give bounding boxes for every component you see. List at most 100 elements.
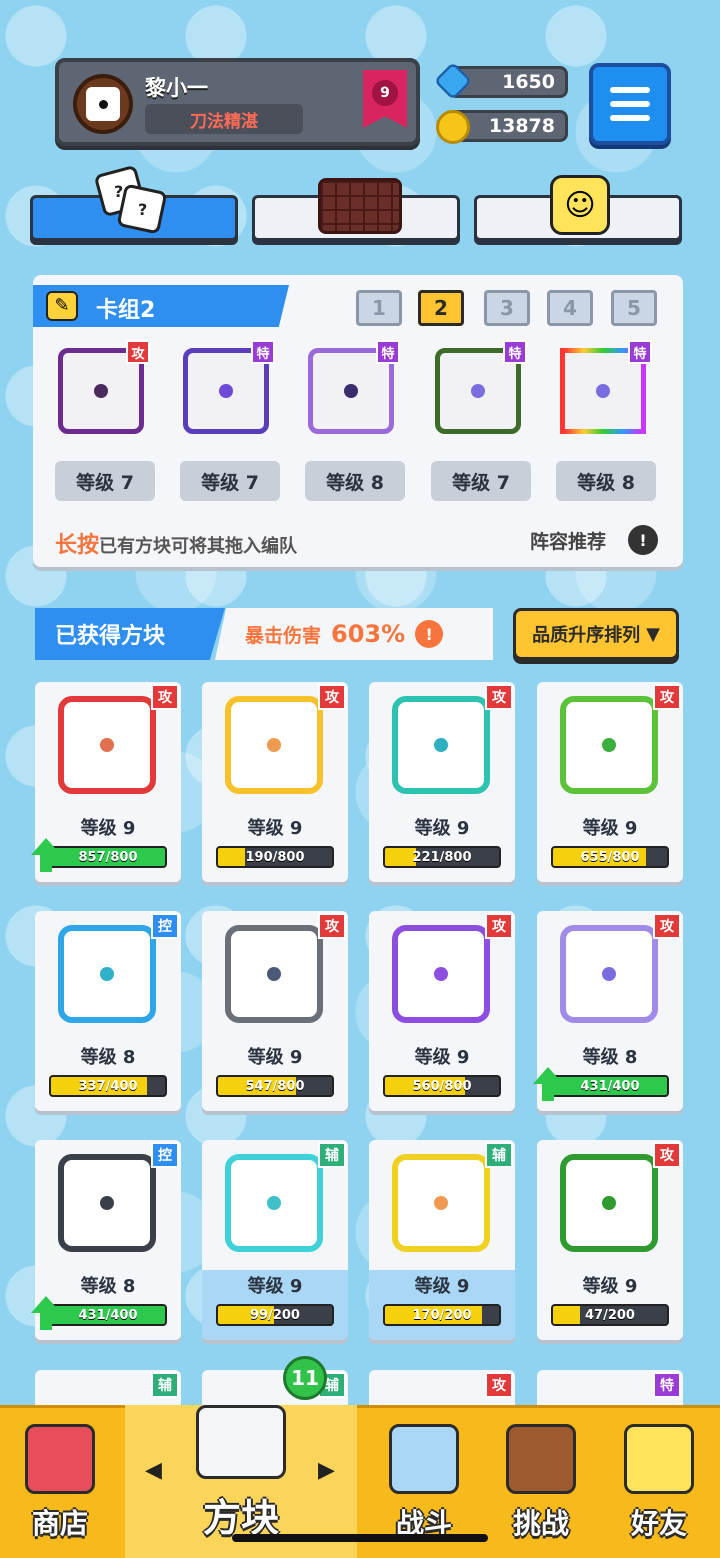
upgrade-progress-bar: 221/800 (383, 846, 501, 868)
upgrade-progress-bar: 337/400 (49, 1075, 167, 1097)
owned-blocks-title: 已获得方块 (35, 608, 225, 660)
block-card[interactable]: 辅等级 9 170/200 (369, 1140, 515, 1340)
deck-slot-5[interactable]: 特 (552, 340, 652, 440)
deck-number-3[interactable]: 3 (484, 290, 530, 326)
home-indicator[interactable] (232, 1534, 488, 1542)
progress-text: 337/400 (78, 1078, 138, 1094)
block-card[interactable]: 控等级 8 431/400 (31, 1140, 181, 1340)
block-card[interactable]: 攻等级 9 190/800 (202, 682, 348, 882)
sort-dropdown[interactable]: 品质升序排列 ▼ (513, 608, 679, 660)
crit-damage-label: 暴击伤害 (245, 624, 322, 647)
block-level: 等级 9 (247, 1276, 303, 1297)
type-tag: 特 (251, 340, 275, 364)
edit-pencil-icon[interactable]: ✎ (46, 291, 78, 321)
progress-text: 190/800 (245, 849, 305, 865)
type-tag: 攻 (151, 684, 179, 710)
crit-damage-value: 603% (331, 620, 406, 648)
block-card-partial[interactable]: 特 (537, 1370, 683, 1410)
chocolate-icon (318, 178, 402, 234)
block-level: 等级 8 (582, 1047, 638, 1068)
nav-shop[interactable]: 商店 (0, 1405, 120, 1558)
deck-slot-4[interactable]: 特 (427, 340, 527, 440)
block-icon (58, 925, 156, 1023)
deck-number-5[interactable]: 5 (611, 290, 657, 326)
friend-character-icon (624, 1424, 694, 1494)
block-card-partial[interactable]: 辅 (35, 1370, 181, 1410)
coin-icon (436, 110, 470, 144)
type-tag: 特 (376, 340, 400, 364)
nav-shop-label: 商店 (31, 1507, 88, 1540)
block-level: 等级 9 (414, 818, 470, 839)
player-name: 黎小一 (145, 76, 208, 100)
nav-friends[interactable]: 好友 (598, 1405, 720, 1558)
block-icon (58, 696, 156, 794)
block-icon (560, 925, 658, 1023)
block-level: 等级 9 (80, 818, 136, 839)
type-tag: 攻 (653, 684, 681, 710)
deck-title: 卡组2 (96, 298, 156, 323)
block-icon (560, 1154, 658, 1252)
info-icon[interactable]: ! (628, 525, 658, 555)
deck-slot-level: 等级 7 (431, 461, 531, 501)
progress-text: 547/800 (245, 1078, 305, 1094)
player-profile[interactable]: 黎小一 刀法精湛 9 (55, 58, 420, 146)
type-tag: 特 (503, 340, 527, 364)
block-icon (225, 1154, 323, 1252)
arrow-right-icon[interactable]: ▶ (318, 1458, 335, 1483)
deck-slot-3[interactable]: 特 (300, 340, 400, 440)
upgrade-progress-bar: 99/200 (216, 1304, 334, 1326)
deck-slot-1[interactable]: 攻 (50, 340, 150, 440)
deck-number-1[interactable]: 1 (356, 290, 402, 326)
block-level: 等级 9 (247, 818, 303, 839)
block-card[interactable]: 攻等级 9 655/800 (537, 682, 683, 882)
chevron-down-icon: ▼ (646, 623, 660, 645)
nav-challenge[interactable]: 挑战 (486, 1405, 596, 1558)
upgrade-progress-bar: 547/800 (216, 1075, 334, 1097)
block-icon (225, 696, 323, 794)
block-icon (392, 696, 490, 794)
block-level: 等级 9 (247, 1047, 303, 1068)
block-card[interactable]: 攻等级 9 857/800 (31, 682, 181, 882)
deck-hint: 长按已有方块可将其拖入编队 (55, 527, 297, 559)
deck-number-4[interactable]: 4 (547, 290, 593, 326)
smile-face-icon: ☺ (550, 175, 610, 235)
upgrade-progress-bar: 190/800 (216, 846, 334, 868)
block-level: 等级 9 (414, 1276, 470, 1297)
upgrade-progress-bar: 560/800 (383, 1075, 501, 1097)
nav-challenge-label: 挑战 (512, 1507, 569, 1540)
block-level: 等级 9 (414, 1047, 470, 1068)
block-card[interactable]: 控等级 8 337/400 (35, 911, 181, 1111)
type-tag: 攻 (318, 684, 346, 710)
block-card[interactable]: 攻等级 8 431/400 (533, 911, 683, 1111)
rank-number: 9 (372, 80, 398, 106)
deck-slot-2[interactable]: 特 (175, 340, 275, 440)
lineup-recommend-button[interactable]: 阵容推荐 (530, 527, 606, 554)
block-card[interactable]: 攻等级 9 560/800 (369, 911, 515, 1111)
block-card[interactable]: 攻等级 9 47/200 (537, 1140, 683, 1340)
crit-info-icon[interactable]: ! (415, 620, 444, 648)
crit-damage-panel: 暴击伤害 603% ! (215, 608, 493, 660)
block-card[interactable]: 攻等级 9 221/800 (369, 682, 515, 882)
sort-label: 品质升序排列 (532, 625, 641, 646)
deck-number-2[interactable]: 2 (418, 290, 464, 326)
castle-gate-icon (506, 1424, 576, 1494)
rank-badge: 9 (363, 70, 407, 128)
block-icon (560, 696, 658, 794)
block-level: 等级 8 (80, 1276, 136, 1297)
menu-button[interactable] (589, 63, 671, 145)
type-tag: 攻 (653, 913, 681, 939)
type-tag: 特 (628, 340, 652, 364)
deck-slot-level: 等级 7 (180, 461, 280, 501)
block-level: 等级 9 (582, 1276, 638, 1297)
block-card-partial[interactable]: 攻 (369, 1370, 515, 1410)
progress-text: 431/400 (78, 1307, 138, 1323)
avatar[interactable] (73, 74, 133, 134)
type-tag: 控 (151, 1142, 179, 1168)
block-card[interactable]: 辅等级 9 99/200 (202, 1140, 348, 1340)
deck-slot-level: 等级 7 (55, 461, 155, 501)
type-tag: 辅 (151, 1372, 179, 1398)
progress-text: 431/400 (580, 1078, 640, 1094)
arrow-left-icon[interactable]: ◀ (145, 1458, 162, 1483)
upgrade-progress-bar: 431/400 (49, 1304, 167, 1326)
block-card[interactable]: 攻等级 9 547/800 (202, 911, 348, 1111)
